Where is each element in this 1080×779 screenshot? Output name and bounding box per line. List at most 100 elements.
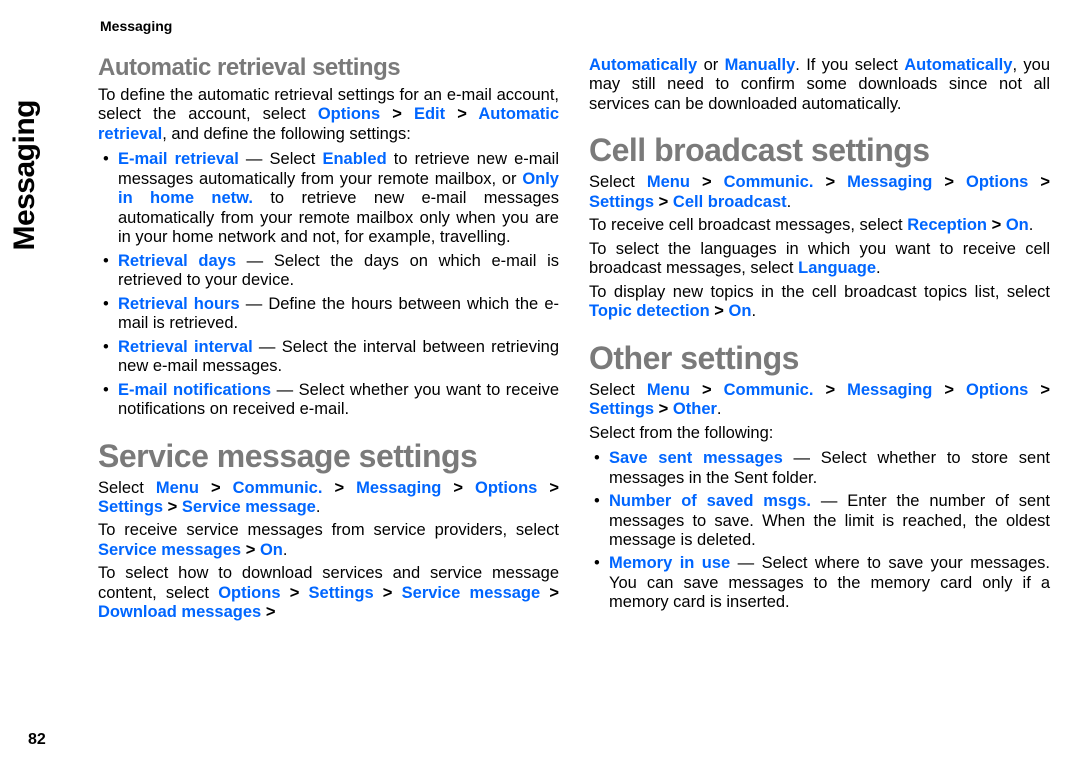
gt: > xyxy=(241,541,260,559)
gt: > xyxy=(1028,173,1050,191)
kw-retrieval-days: Retrieval days xyxy=(118,252,236,270)
kw-options: Options xyxy=(475,479,537,497)
kw-automatically: Automatically xyxy=(904,56,1012,74)
kw-menu: Menu xyxy=(647,381,690,399)
gt: > xyxy=(654,400,673,418)
kw-on: On xyxy=(1006,216,1029,234)
kw-communic: Communic. xyxy=(724,381,814,399)
auto-retrieval-list: E-mail retrieval — Select Enabled to ret… xyxy=(98,150,559,419)
manual-page: Messaging Messaging 82 Automatic retriev… xyxy=(0,0,1080,779)
kw-communic: Communic. xyxy=(724,173,814,191)
heading-cell-broadcast-settings: Cell broadcast settings xyxy=(589,132,1050,169)
gt: > xyxy=(445,105,478,123)
kw-settings: Settings xyxy=(98,498,163,516)
text: To receive cell broadcast messages, sele… xyxy=(589,216,907,234)
kw-options: Options xyxy=(318,105,380,123)
gt: > xyxy=(199,479,233,497)
page-number: 82 xyxy=(28,731,46,749)
gt: > xyxy=(813,381,847,399)
heading-other-settings: Other settings xyxy=(589,340,1050,377)
other-select-from: Select from the following: xyxy=(589,424,1050,443)
kw-settings: Settings xyxy=(589,193,654,211)
text: Select xyxy=(98,479,156,497)
gt: > xyxy=(987,216,1006,234)
gt: > xyxy=(1028,381,1050,399)
text: — Select xyxy=(239,150,323,168)
list-item: Memory in use — Select where to save you… xyxy=(609,554,1050,612)
running-header: Messaging xyxy=(100,18,1050,34)
kw-service-message: Service message xyxy=(182,498,316,516)
list-item: Retrieval days — Select the days on whic… xyxy=(118,252,559,291)
kw-download-messages: Download messages xyxy=(98,603,261,621)
list-item: E-mail notifications — Select whether yo… xyxy=(118,381,559,420)
service-msg-receive: To receive service messages from service… xyxy=(98,521,559,560)
text: To display new topics in the cell broadc… xyxy=(589,283,1050,301)
gt: > xyxy=(540,584,559,602)
cell-broadcast-path: Select Menu > Communic. > Messaging > Op… xyxy=(589,173,1050,212)
kw-enabled: Enabled xyxy=(322,150,386,168)
kw-menu: Menu xyxy=(156,479,199,497)
other-settings-list: Save sent messages — Select whether to s… xyxy=(589,449,1050,613)
gt: > xyxy=(690,381,724,399)
kw-automatically: Automatically xyxy=(589,56,697,74)
kw-service-messages: Service messages xyxy=(98,541,241,559)
column-right: Automatically or Manually. If you select… xyxy=(589,40,1050,627)
text: Select xyxy=(589,381,647,399)
kw-edit: Edit xyxy=(414,105,445,123)
kw-service-message: Service message xyxy=(402,584,541,602)
service-msg-download-cont: Automatically or Manually. If you select… xyxy=(589,56,1050,114)
kw-menu: Menu xyxy=(647,173,690,191)
kw-messaging: Messaging xyxy=(356,479,441,497)
gt: > xyxy=(813,173,847,191)
gt: > xyxy=(654,193,673,211)
list-item: Save sent messages — Select whether to s… xyxy=(609,449,1050,488)
kw-cell-broadcast: Cell broadcast xyxy=(673,193,787,211)
cell-broadcast-topic: To display new topics in the cell broadc… xyxy=(589,283,1050,322)
list-item: E-mail retrieval — Select Enabled to ret… xyxy=(118,150,559,247)
cell-broadcast-reception: To receive cell broadcast messages, sele… xyxy=(589,216,1050,235)
text: . xyxy=(876,259,881,277)
service-msg-path: Select Menu > Communic. > Messaging > Op… xyxy=(98,479,559,518)
kw-memory-in-use: Memory in use xyxy=(609,554,738,572)
kw-reception: Reception xyxy=(907,216,987,234)
heading-service-message-settings: Service message settings xyxy=(98,438,559,475)
gt: > xyxy=(163,498,182,516)
list-item: Retrieval hours — Define the hours betwe… xyxy=(118,295,559,334)
kw-options: Options xyxy=(966,381,1028,399)
text: . xyxy=(283,541,288,559)
gt: > xyxy=(710,302,729,320)
kw-email-retrieval: E-mail retrieval xyxy=(118,150,239,168)
text: . xyxy=(316,498,321,516)
other-settings-path: Select Menu > Communic. > Messaging > Op… xyxy=(589,381,1050,420)
column-left: Automatic retrieval settings To define t… xyxy=(98,40,559,627)
text: . xyxy=(751,302,756,320)
gt: > xyxy=(441,479,475,497)
kw-other: Other xyxy=(673,400,717,418)
kw-options: Options xyxy=(218,584,280,602)
cell-broadcast-language: To select the languages in which you wan… xyxy=(589,240,1050,279)
gt: > xyxy=(537,479,559,497)
gt: > xyxy=(380,105,414,123)
gt: > xyxy=(261,603,275,621)
side-chapter-label: Messaging xyxy=(8,100,42,251)
kw-language: Language xyxy=(798,259,876,277)
kw-number-of-saved-msgs: Number of saved msgs. xyxy=(609,492,821,510)
kw-topic-detection: Topic detection xyxy=(589,302,710,320)
list-item: Number of saved msgs. — Enter the number… xyxy=(609,492,1050,550)
kw-communic: Communic. xyxy=(233,479,323,497)
text: , and define the following settings: xyxy=(162,125,411,143)
content-columns: Automatic retrieval settings To define t… xyxy=(98,40,1050,627)
gt: > xyxy=(322,479,356,497)
kw-messaging: Messaging xyxy=(847,381,932,399)
kw-messaging: Messaging xyxy=(847,173,932,191)
kw-retrieval-interval: Retrieval interval xyxy=(118,338,253,356)
kw-save-sent-messages: Save sent messages xyxy=(609,449,794,467)
gt: > xyxy=(932,381,966,399)
kw-settings: Settings xyxy=(589,400,654,418)
text: . xyxy=(1029,216,1034,234)
text: . xyxy=(717,400,722,418)
kw-on: On xyxy=(729,302,752,320)
kw-options: Options xyxy=(966,173,1028,191)
kw-manually: Manually xyxy=(725,56,796,74)
text: . xyxy=(787,193,792,211)
